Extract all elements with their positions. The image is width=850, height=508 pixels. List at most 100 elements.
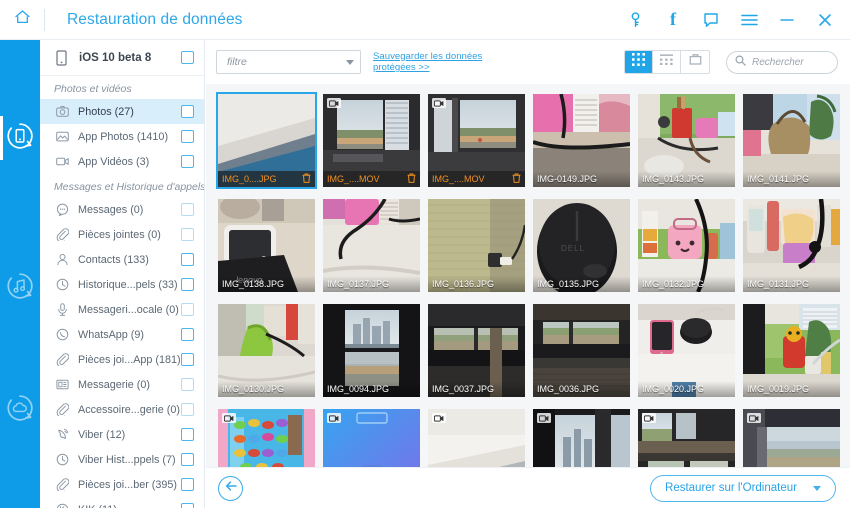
sidebar-item-checkbox[interactable]	[181, 105, 194, 118]
rail-item-device[interactable]	[0, 108, 40, 168]
sidebar-item-label: Historique...pels (33)	[78, 278, 178, 291]
sidebar-item-checkbox[interactable]	[181, 303, 194, 316]
sidebar-item-pi-ces-joi-ber-395[interactable]: Pièces joi...ber (395)	[40, 472, 204, 497]
list-view-button[interactable]	[653, 51, 681, 73]
home-button[interactable]	[0, 0, 44, 40]
sidebar-item-checkbox[interactable]	[181, 353, 194, 366]
sidebar-item-messagerie-0[interactable]: Messagerie (0)	[40, 372, 204, 397]
cloud-refresh-icon	[5, 393, 35, 428]
rail-item-icloud[interactable]	[0, 380, 40, 440]
thumbnail-cell[interactable]	[319, 405, 424, 467]
rail-item-itunes[interactable]	[0, 258, 40, 318]
sidebar-item-checkbox[interactable]	[181, 228, 194, 241]
sidebar-item-checkbox[interactable]	[181, 155, 194, 168]
sidebar-item-photos-27[interactable]: Photos (27)	[40, 99, 204, 124]
sidebar-item-label: Messages (0)	[78, 203, 144, 216]
sidebar-item-kik-11[interactable]: KIK (11)	[40, 497, 204, 508]
sidebar-item-viber-hist-ppels-7[interactable]: Viber Hist...ppels (7)	[40, 447, 204, 472]
minimize-icon[interactable]	[768, 0, 806, 40]
search-input[interactable]: Rechercher	[752, 57, 804, 68]
thumbnail-cell[interactable]: IMG_....MOV	[424, 90, 529, 195]
sidebar-item-whatsapp-9[interactable]: WhatsApp (9)	[40, 322, 204, 347]
sidebar-item-pi-ces-joi-app-181[interactable]: Pièces joi...App (181)	[40, 347, 204, 372]
thumbnail-filename: IMG_0019.JPG	[747, 384, 810, 394]
back-arrow-icon	[224, 479, 238, 497]
thumbnail-cell[interactable]: IMG_0036.JPG	[529, 300, 634, 405]
sidebar-item-checkbox[interactable]	[181, 203, 194, 216]
back-button[interactable]	[218, 475, 243, 501]
feedback-icon[interactable]	[692, 0, 730, 40]
restore-to-computer-button[interactable]: Restaurer sur l'Ordinateur	[650, 474, 836, 502]
thumbnail-cell[interactable]: IMG_0143.JPG	[634, 90, 739, 195]
device-checkbox[interactable]	[181, 51, 194, 64]
video-badge-icon	[432, 413, 446, 423]
thumbnail-cell[interactable]	[739, 405, 844, 467]
thumbnail-cell[interactable]	[214, 405, 319, 467]
view-mode-group	[624, 50, 710, 74]
clock-icon	[54, 453, 70, 466]
sidebar-item-accessoire-gerie-0[interactable]: Accessoire...gerie (0)	[40, 397, 204, 422]
thumbnail-filename: IMG_0130.JPG	[222, 384, 285, 394]
grid-view-button[interactable]	[625, 51, 653, 73]
thumbnail-cell[interactable]: IMG_0137.JPG	[319, 195, 424, 300]
sidebar-item-checkbox[interactable]	[181, 278, 194, 291]
sidebar-item-pi-ces-jointes-0[interactable]: Pièces jointes (0)	[40, 222, 204, 247]
thumbnail-cell[interactable]: IMG-0149.JPG	[529, 90, 634, 195]
sidebar-item-checkbox[interactable]	[181, 503, 194, 508]
thumbnail-cell[interactable]: IMG_0019.JPG	[739, 300, 844, 405]
menu-icon[interactable]	[730, 0, 768, 40]
attachment-icon	[54, 403, 70, 416]
sidebar-item-messages-0[interactable]: Messages (0)	[40, 197, 204, 222]
thumbnail-cell[interactable]: IMG_0141.JPG	[739, 90, 844, 195]
thumbnail-cell[interactable]	[424, 405, 529, 467]
sidebar-device-row[interactable]: iOS 10 beta 8	[40, 40, 204, 76]
sidebar-item-checkbox[interactable]	[181, 403, 194, 416]
thumbnail-cell[interactable]: IMG_0136.JPG	[424, 195, 529, 300]
thumbnail-cell[interactable]	[529, 405, 634, 467]
thumbnail-cell[interactable]: lenovoIMG_0138.JPG	[214, 195, 319, 300]
thumbnail-cell[interactable]: IMG_0130.JPG	[214, 300, 319, 405]
thumbnail-cell[interactable]: IMG_0020.JPG	[634, 300, 739, 405]
thumbnail-caption: IMG_0131.JPG	[743, 276, 840, 292]
key-icon[interactable]	[616, 0, 654, 40]
thumbnail-image: IMG_0....JPG	[216, 92, 317, 189]
sidebar-group-label: Photos et vidéos	[54, 83, 132, 95]
sidebar-item-checkbox[interactable]	[181, 253, 194, 266]
trash-icon[interactable]	[407, 173, 416, 185]
sidebar-item-messageri-ocale-0[interactable]: Messageri...ocale (0)	[40, 297, 204, 322]
sidebar-item-label: Pièces jointes (0)	[78, 228, 161, 241]
sidebar-item-app-vid-os-3[interactable]: App Vidéos (3)	[40, 149, 204, 174]
thumbnail-cell[interactable]: DELL IMG_0135.JPG	[529, 195, 634, 300]
thumbnail-cell[interactable]: IMG_0037.JPG	[424, 300, 529, 405]
thumbnail-cell[interactable]: IMG_....MOV	[319, 90, 424, 195]
close-icon[interactable]	[806, 0, 844, 40]
trash-icon[interactable]	[302, 173, 311, 185]
sidebar-item-checkbox[interactable]	[181, 130, 194, 143]
thumbnail-filename: IMG_0094.JPG	[327, 384, 390, 394]
detail-view-button[interactable]	[681, 51, 709, 73]
sidebar-item-label: WhatsApp (9)	[78, 328, 145, 341]
protect-data-link[interactable]: Sauvegarder les données protégées >>	[373, 51, 509, 74]
sidebar-item-app-photos-1410[interactable]: App Photos (1410)	[40, 124, 204, 149]
sidebar-item-checkbox[interactable]	[181, 328, 194, 341]
filter-dropdown[interactable]: filtre	[216, 50, 361, 74]
thumbnail-cell[interactable]: IMG_0094.JPG	[319, 300, 424, 405]
thumbnail-cell[interactable]: IMG_0132.JPG	[634, 195, 739, 300]
thumbnail-cell[interactable]	[634, 405, 739, 467]
thumbnail-cell[interactable]: IMG_0....JPG	[214, 90, 319, 195]
trash-icon[interactable]	[512, 173, 521, 185]
sidebar-item-checkbox[interactable]	[181, 428, 194, 441]
sidebar-item-label: Pièces joi...App (181)	[78, 353, 181, 366]
thumbnail-cell[interactable]: IMG_0131.JPG	[739, 195, 844, 300]
thumbnail-image: lenovoIMG_0138.JPG	[218, 199, 315, 292]
sidebar-item-checkbox[interactable]	[181, 378, 194, 391]
sidebar-item-checkbox[interactable]	[181, 478, 194, 491]
sidebar-item-viber-12[interactable]: Viber (12)	[40, 422, 204, 447]
sidebar-item-contacts-133[interactable]: Contacts (133)	[40, 247, 204, 272]
sidebar-item-checkbox[interactable]	[181, 453, 194, 466]
sidebar-item-historique-pels-33[interactable]: Historique...pels (33)	[40, 272, 204, 297]
search-box[interactable]: Rechercher	[726, 50, 838, 74]
thumbnail-grid-area[interactable]: IMG_0....JPG IMG_....MOV IMG_....MOV IMG-01…	[206, 84, 850, 467]
microphone-icon	[54, 303, 70, 316]
facebook-icon[interactable]: f	[654, 0, 692, 40]
